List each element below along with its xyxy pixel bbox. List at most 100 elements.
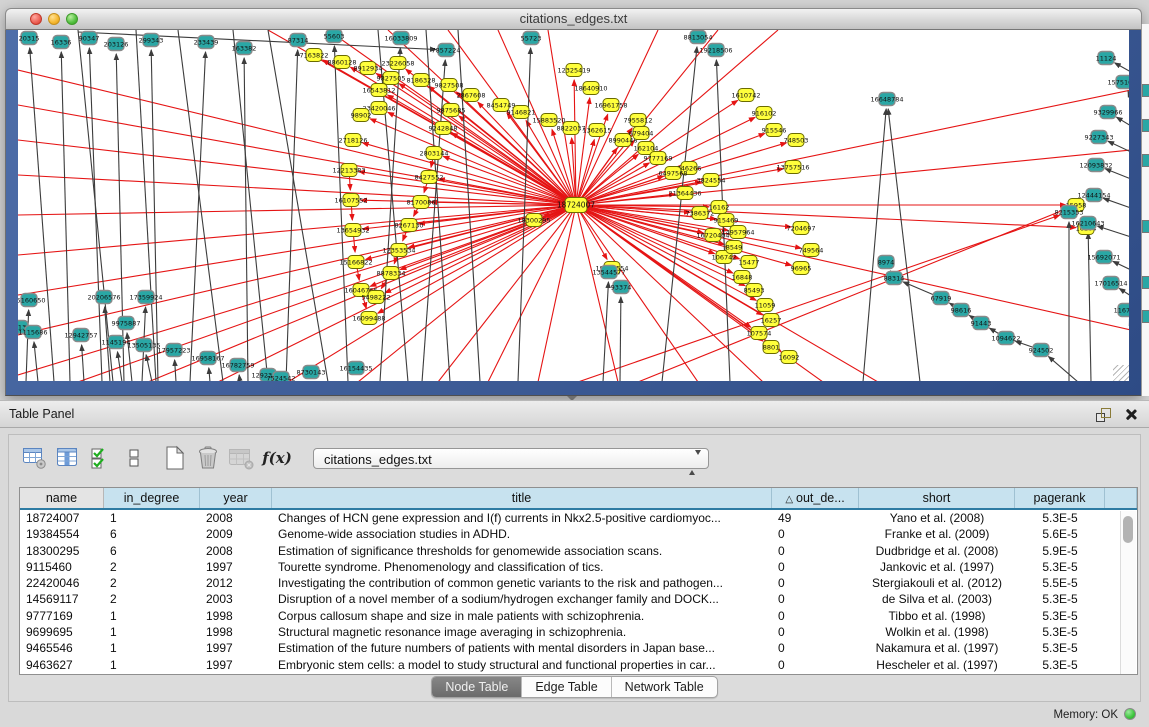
graph-node-20206576[interactable]: 20206576: [87, 291, 120, 304]
table-row[interactable]: 946362711997Embryonic stem cells: a mode…: [20, 657, 1137, 673]
table-cell[interactable]: Embryonic stem cells: a model to study s…: [272, 657, 772, 673]
table-cell[interactable]: 19384554: [20, 526, 104, 542]
graph-node-233439[interactable]: 233439: [194, 36, 219, 49]
table-cell[interactable]: 2012: [200, 575, 272, 591]
graph-node-8549[interactable]: 8549: [726, 241, 743, 254]
table-cell[interactable]: 0: [772, 543, 859, 559]
table-mode-button[interactable]: [21, 444, 49, 472]
table-cell[interactable]: Stergiakouli et al. (2012): [859, 575, 1015, 591]
graph-node-98616[interactable]: 98616: [951, 304, 972, 317]
graph-node-7204697[interactable]: 7204697: [787, 222, 816, 235]
tab-edge-table[interactable]: Edge Table: [522, 677, 611, 697]
graph-node-9329966[interactable]: 9329966: [1094, 106, 1123, 119]
graph-node-13505135[interactable]: 13505135: [127, 339, 160, 352]
table-row[interactable]: 1938455462009Genome-wide association stu…: [20, 526, 1137, 542]
graph-node-203126[interactable]: 203126: [104, 38, 129, 51]
zoom-traffic-light-icon[interactable]: [66, 13, 78, 25]
graph-node-9827505[interactable]: 9827505: [377, 72, 406, 85]
graph-node-17957223[interactable]: 17957223: [157, 344, 190, 357]
create-column-button[interactable]: [161, 444, 189, 472]
graph-node-16648784[interactable]: 16648784: [870, 93, 903, 106]
table-cell[interactable]: 18724007: [20, 510, 104, 526]
graph-node-5498222[interactable]: 5498222: [362, 291, 391, 304]
graph-node-67919[interactable]: 67919: [931, 292, 952, 305]
table-cell[interactable]: 22420046: [20, 575, 104, 591]
graph-node-2867608[interactable]: 2867608: [457, 89, 486, 102]
graph-node-20315[interactable]: 20315: [19, 32, 40, 45]
table-cell[interactable]: 1: [104, 510, 200, 526]
table-cell[interactable]: 1: [104, 640, 200, 656]
table-cell[interactable]: 2008: [200, 543, 272, 559]
table-cell[interactable]: 6: [104, 543, 200, 559]
table-cell[interactable]: Investigating the contribution of common…: [272, 575, 772, 591]
table-cell[interactable]: Nakamura et al. (1997): [859, 640, 1015, 656]
table-cell[interactable]: 2008: [200, 510, 272, 526]
table-cell[interactable]: 6: [104, 526, 200, 542]
table-cell[interactable]: 5.3E-5: [1015, 624, 1105, 640]
graph-node-13654932[interactable]: 13654932: [336, 224, 369, 237]
table-cell[interactable]: 2003: [200, 591, 272, 607]
table-cell[interactable]: 5.3E-5: [1015, 510, 1105, 526]
table-cell[interactable]: Wolkin et al. (1998): [859, 624, 1015, 640]
table-cell[interactable]: 0: [772, 559, 859, 575]
table-cell[interactable]: Genome-wide association studies in ADHD.: [272, 526, 772, 542]
graph-node-21364436[interactable]: 21364436: [668, 187, 701, 200]
graph-node-12325419[interactable]: 12325419: [557, 64, 590, 77]
graph-node-2718126[interactable]: 2718126: [339, 134, 368, 147]
graph-node-7857224[interactable]: 7857224: [432, 44, 461, 57]
graph-node-8801[interactable]: 8801: [763, 341, 780, 354]
delete-table-button-disabled[interactable]: [227, 444, 255, 472]
table-cell[interactable]: 2: [104, 591, 200, 607]
close-panel-button[interactable]: [1124, 408, 1137, 421]
graph-node-8730143[interactable]: 8730143: [297, 366, 326, 379]
graph-node-55723[interactable]: 55723: [521, 32, 542, 45]
graph-node-15477[interactable]: 15477: [739, 256, 760, 269]
table-row[interactable]: 969969511998Structural magnetic resonanc…: [20, 624, 1137, 640]
tab-network-table[interactable]: Network Table: [612, 677, 717, 697]
graph-node-915469[interactable]: 915469: [714, 214, 739, 227]
graph-node-19218506[interactable]: 19218506: [699, 44, 732, 57]
table-cell[interactable]: 0: [772, 591, 859, 607]
graph-node-16033809[interactable]: 16033809: [384, 32, 417, 45]
column-header-short[interactable]: short: [859, 488, 1015, 508]
table-cell[interactable]: 0: [772, 657, 859, 673]
graph-node-87314[interactable]: 87314: [288, 34, 309, 47]
table-cell[interactable]: 5.3E-5: [1015, 657, 1105, 673]
graph-node-9827508[interactable]: 9827508: [435, 79, 464, 92]
table-cell[interactable]: 2009: [200, 526, 272, 542]
graph-node-9975887[interactable]: 9975887: [112, 317, 141, 330]
table-cell[interactable]: 2: [104, 575, 200, 591]
table-cell[interactable]: Dudbridge et al. (2008): [859, 543, 1015, 559]
graph-node-8215353[interactable]: 8215353: [1055, 206, 1084, 219]
graph-node-16782759[interactable]: 16782759: [221, 359, 254, 372]
table-row[interactable]: 911546021997Tourette syndrome. Phenomeno…: [20, 559, 1137, 575]
table-cell[interactable]: 9115460: [20, 559, 104, 575]
graph-node-90347[interactable]: 90347: [79, 32, 100, 45]
graph-node-748503[interactable]: 748503: [784, 134, 809, 147]
table-cell[interactable]: 5.3E-5: [1015, 559, 1105, 575]
graph-node-15692071[interactable]: 15692071: [1087, 251, 1120, 264]
graph-node-16336[interactable]: 16336: [51, 36, 72, 49]
graph-node-299343[interactable]: 299343: [139, 34, 164, 47]
table-cell[interactable]: 9699695: [20, 624, 104, 640]
table-cell[interactable]: 5.3E-5: [1015, 591, 1105, 607]
table-cell[interactable]: Tibbo et al. (1998): [859, 608, 1015, 624]
graph-node-8822037[interactable]: 8822037: [557, 122, 586, 135]
graph-node-8912934[interactable]: 8912934: [354, 62, 383, 75]
column-header-out_de[interactable]: △out_de...: [772, 488, 859, 508]
table-cell[interactable]: Franke et al. (2009): [859, 526, 1015, 542]
table-cell[interactable]: 0: [772, 624, 859, 640]
graph-node-98902[interactable]: 98902: [351, 109, 372, 122]
table-cell[interactable]: 0: [772, 526, 859, 542]
table-cell[interactable]: 0: [772, 640, 859, 656]
graph-node-8267130[interactable]: 8267130: [395, 219, 424, 232]
graph-node-88314[interactable]: 88314: [884, 272, 905, 285]
graph-node-16092[interactable]: 16092: [779, 351, 800, 364]
graph-node-2803144[interactable]: 2803144: [420, 147, 449, 160]
graph-node-55603[interactable]: 55603: [324, 30, 345, 43]
graph-node-916102[interactable]: 916102: [752, 107, 777, 120]
table-cell[interactable]: 1997: [200, 657, 272, 673]
graph-node-16107552[interactable]: 16107552: [334, 194, 367, 207]
delete-button[interactable]: [194, 444, 222, 472]
graph-node-11059[interactable]: 11059: [755, 299, 776, 312]
